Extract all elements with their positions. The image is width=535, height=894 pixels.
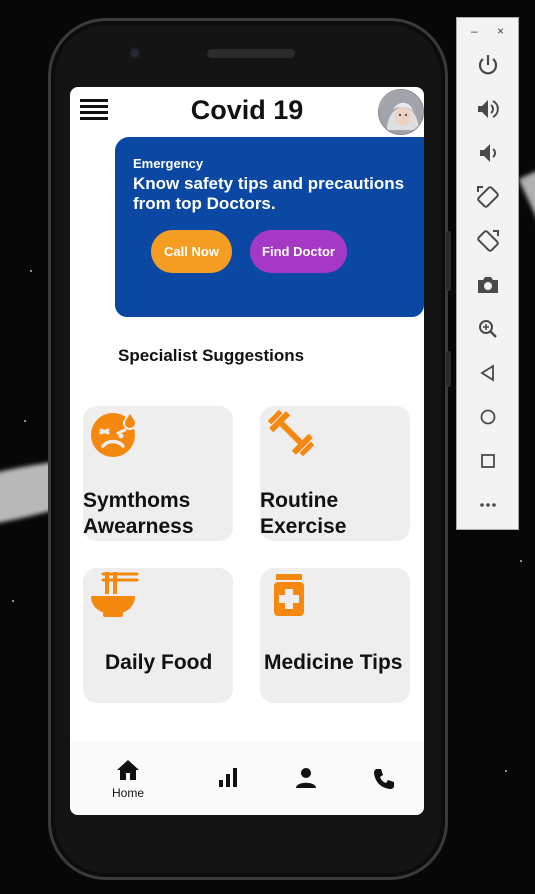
more-button[interactable]	[475, 492, 501, 518]
app-title: Covid 19	[190, 95, 304, 125]
back-icon	[480, 364, 494, 382]
banner-headline: Know safety tips and precautions from to…	[133, 174, 405, 213]
nav-profile[interactable]	[294, 741, 318, 815]
card-label-line1: Routine	[260, 489, 339, 512]
rotate-left-button[interactable]	[475, 184, 501, 210]
bar-chart-icon	[219, 768, 237, 787]
home-icon	[117, 760, 139, 780]
section-title: Specialist Suggestions	[118, 346, 305, 365]
screenshot-button[interactable]	[475, 272, 501, 298]
star	[12, 600, 14, 602]
power-icon	[478, 55, 498, 75]
rotate-left-icon	[477, 186, 499, 208]
star	[505, 770, 507, 772]
front-camera	[129, 47, 141, 59]
back-button[interactable]	[475, 360, 501, 386]
app-screen: Covid 19 Emergency Know safety tips and …	[70, 87, 424, 815]
star	[30, 270, 32, 272]
phone-icon	[374, 769, 394, 789]
card-label: Daily Food	[105, 651, 213, 674]
person-icon	[296, 768, 316, 788]
banner-subtitle: Emergency	[133, 156, 204, 171]
volume-up-button[interactable]	[475, 96, 501, 122]
card-label: Medicine Tips	[264, 651, 403, 674]
nav-call[interactable]	[372, 741, 396, 815]
volume-down-button[interactable]	[475, 140, 501, 166]
card-daily-food[interactable]: Daily Food	[83, 568, 233, 703]
card-label-line1: Symthoms	[83, 489, 191, 512]
volume-down-icon	[480, 144, 496, 162]
more-icon	[480, 503, 496, 507]
emulator-toolbar: – ×	[456, 17, 519, 530]
minimize-button[interactable]: –	[471, 24, 478, 38]
volume-up-icon	[478, 100, 499, 118]
volume-rocker	[446, 231, 451, 291]
medicine-bottle-icon	[272, 574, 322, 624]
rotate-right-button[interactable]	[475, 228, 501, 254]
nav-home-label: Home	[111, 786, 144, 800]
star	[520, 560, 522, 562]
find-doctor-button[interactable]: Find Doctor	[250, 230, 347, 273]
home-button[interactable]	[475, 404, 501, 430]
toolbar-window-controls: – ×	[457, 24, 520, 42]
close-button[interactable]: ×	[497, 24, 504, 38]
card-medicine-tips[interactable]: Medicine Tips	[260, 568, 410, 703]
card-symptoms-awareness[interactable]: Symthoms Awearness	[83, 406, 233, 541]
star	[24, 420, 26, 422]
nav-home[interactable]: Home	[98, 741, 158, 815]
rotate-right-icon	[477, 230, 499, 252]
earpiece-speaker	[207, 49, 295, 58]
home-circle-icon	[480, 409, 496, 425]
zoom-icon	[479, 320, 497, 338]
camera-icon	[478, 277, 498, 293]
zoom-button[interactable]	[475, 316, 501, 342]
dumbbell-icon	[266, 408, 316, 458]
power-button[interactable]	[475, 52, 501, 78]
card-label-line2: Awearness	[83, 515, 194, 538]
card-routine-exercise[interactable]: Routine Exercise	[260, 406, 410, 541]
avatar[interactable]	[378, 89, 424, 135]
call-now-button[interactable]: Call Now	[151, 230, 232, 273]
overview-button[interactable]	[475, 448, 501, 474]
sick-face-icon	[89, 408, 139, 458]
power-key	[446, 351, 451, 387]
noodle-bowl-icon	[89, 572, 139, 622]
emergency-banner: Emergency Know safety tips and precautio…	[115, 137, 424, 317]
nav-stats[interactable]	[216, 741, 240, 815]
bottom-navigation: Home	[70, 741, 424, 815]
card-label-line2: Exercise	[260, 515, 347, 538]
overview-icon	[481, 454, 495, 468]
